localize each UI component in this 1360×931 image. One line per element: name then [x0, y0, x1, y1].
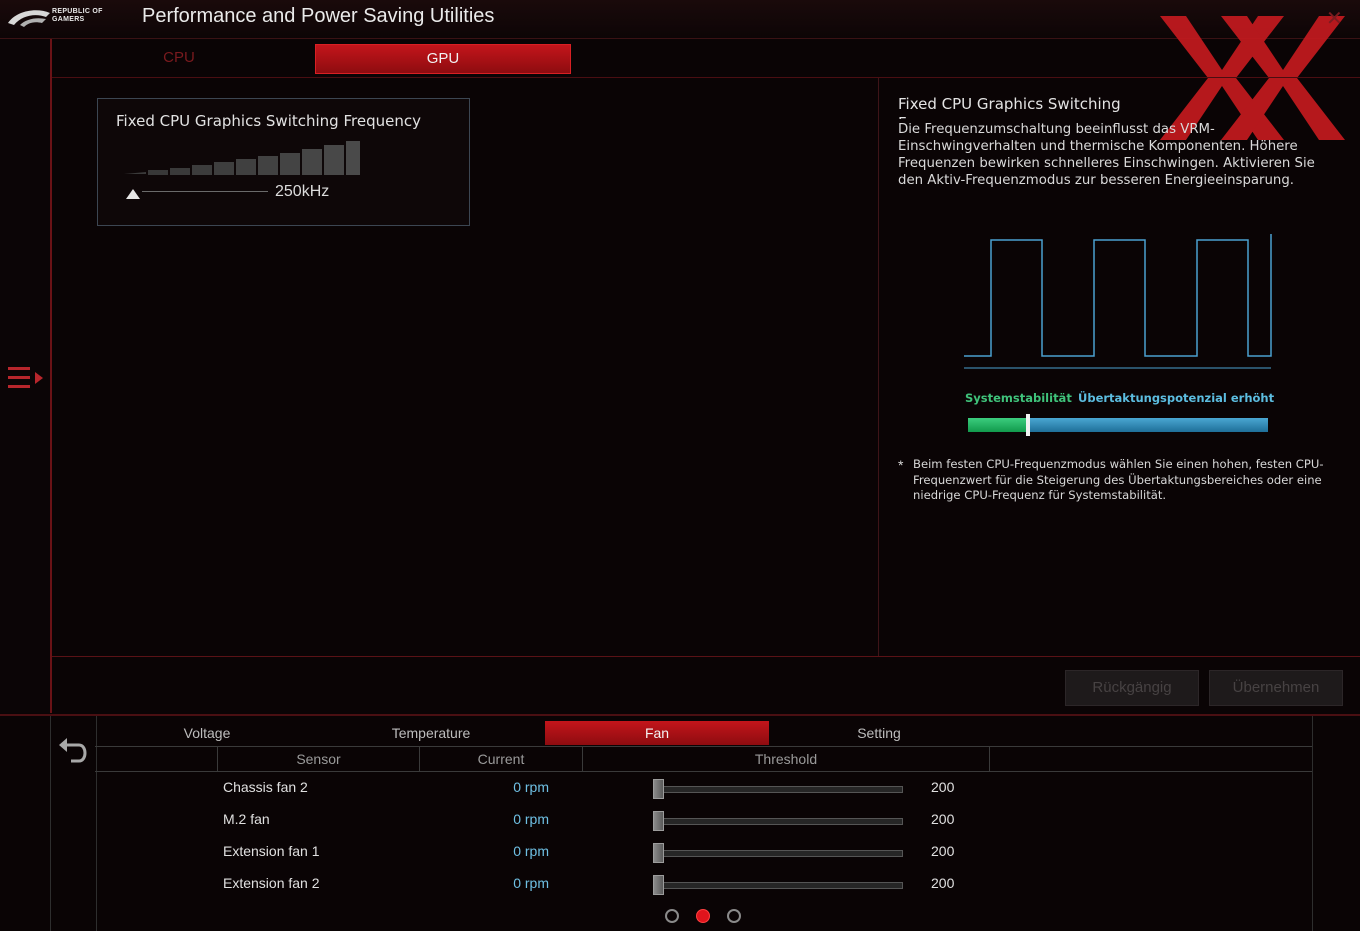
monitor-tab-fan[interactable]: Fan	[545, 721, 769, 745]
window-title: Performance and Power Saving Utilities	[142, 5, 495, 27]
stability-bar	[968, 414, 1268, 436]
threshold-slider-track[interactable]	[657, 818, 903, 825]
threshold-slider-track[interactable]	[657, 850, 903, 857]
header-current: Current	[420, 747, 583, 771]
note-asterisk: *	[898, 457, 904, 473]
brand-line-1: REPUBLIC OF	[52, 8, 103, 15]
threshold-slider-track[interactable]	[657, 882, 903, 889]
apply-button[interactable]: Übernehmen	[1209, 670, 1343, 706]
panel-divider	[878, 78, 879, 656]
threshold-slider-thumb[interactable]	[653, 811, 664, 831]
frequency-card-title: Fixed CPU Graphics Switching Frequency	[116, 112, 421, 130]
table-row: Extension fan 1 0 rpm 200	[95, 836, 1312, 868]
overclock-label: Übertaktungspotenzial erhöht	[1078, 391, 1275, 405]
frequency-slider-thumb[interactable]	[126, 189, 140, 199]
switching-waveform	[964, 234, 1272, 369]
frequency-card: Fixed CPU Graphics Switching Frequency 2…	[97, 98, 470, 226]
close-icon[interactable]: ✕	[1326, 6, 1343, 31]
frequency-level-meter	[124, 141, 360, 175]
note-text: Beim festen CPU-Frequenzmodus wählen Sie…	[913, 457, 1324, 502]
brand-line-2: GAMERS	[52, 16, 85, 23]
header-blank	[95, 747, 218, 771]
page-dot-3[interactable]	[727, 909, 741, 923]
table-row: Extension fan 2 0 rpm 200	[95, 868, 1312, 900]
stability-fill	[968, 418, 1028, 432]
sensor-name: Chassis fan 2	[223, 779, 308, 795]
monitor-tab-setting[interactable]: Setting	[767, 721, 991, 745]
monitor-right-edge	[1312, 716, 1313, 931]
stability-label: Systemstabilität	[965, 391, 1072, 405]
threshold-value: 200	[931, 875, 955, 891]
page-dot-1[interactable]	[665, 909, 679, 923]
undo-button[interactable]: Rückgängig	[1065, 670, 1199, 706]
threshold-slider-thumb[interactable]	[653, 875, 664, 895]
threshold-slider-track[interactable]	[657, 786, 903, 793]
page-dot-2-active[interactable]	[696, 909, 710, 923]
monitor-panel: Voltage Temperature Fan Setting Sensor C…	[0, 714, 1360, 931]
menu-expand-icon[interactable]	[6, 364, 46, 392]
sensor-current: 0 rpm	[513, 843, 549, 859]
tab-cpu[interactable]: CPU	[52, 44, 306, 72]
sensor-name: Extension fan 1	[223, 843, 320, 859]
header-sensor: Sensor	[218, 747, 420, 771]
sensor-current: 0 rpm	[513, 811, 549, 827]
threshold-value: 200	[931, 779, 955, 795]
footer-divider	[52, 656, 1360, 657]
frequency-slider-track[interactable]	[142, 191, 268, 192]
monitor-tab-temperature[interactable]: Temperature	[319, 721, 543, 745]
frequency-value: 250kHz	[275, 183, 330, 200]
sensor-current: 0 rpm	[513, 779, 549, 795]
threshold-value: 200	[931, 811, 955, 827]
title-bar: REPUBLIC OF GAMERS Performance and Power…	[0, 0, 1360, 39]
monitor-tab-voltage[interactable]: Voltage	[95, 721, 319, 745]
threshold-slider-thumb[interactable]	[653, 843, 664, 863]
description-title: Fixed CPU Graphics Switching Frequency	[898, 95, 1121, 119]
table-row: M.2 fan 0 rpm 200	[95, 804, 1312, 836]
threshold-value: 200	[931, 843, 955, 859]
tab-bar: CPU GPU	[52, 39, 1360, 78]
sensor-current: 0 rpm	[513, 875, 549, 891]
stability-marker	[1026, 414, 1030, 436]
header-threshold: Threshold	[583, 747, 990, 771]
sensor-name: M.2 fan	[223, 811, 270, 827]
brand-text: REPUBLIC OF GAMERS	[52, 8, 103, 24]
back-arrow-icon[interactable]	[57, 735, 91, 765]
table-row: Chassis fan 2 0 rpm 200	[95, 772, 1312, 804]
description-text: Die Frequenzumschaltung beeinflusst das …	[898, 122, 1315, 188]
tab-gpu[interactable]: GPU	[315, 44, 571, 74]
threshold-slider-thumb[interactable]	[653, 779, 664, 799]
sensor-name: Extension fan 2	[223, 875, 320, 891]
